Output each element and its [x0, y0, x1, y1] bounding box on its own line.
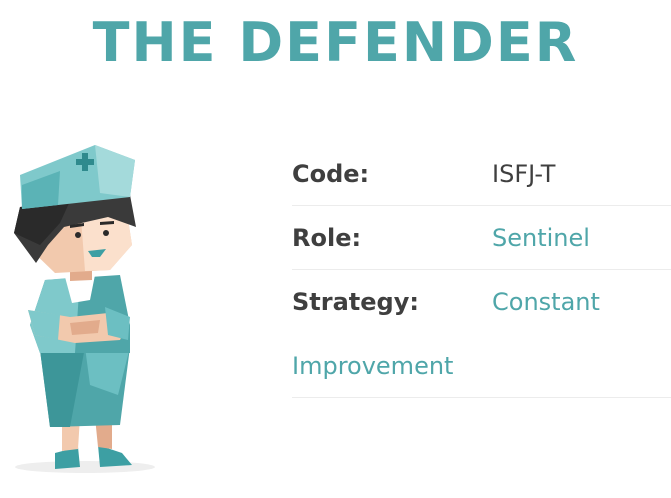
trait-row-strategy-continued: Improvement: [292, 334, 671, 398]
trait-row-strategy: Strategy: Constant: [292, 270, 671, 334]
trait-value-strategy-continued: Improvement: [292, 352, 454, 380]
trait-row-role: Role: Sentinel: [292, 206, 671, 270]
trait-label: Strategy:: [292, 288, 419, 316]
trait-value-code: ISFJ-T: [492, 160, 556, 188]
traits-list: Code: ISFJ-T Role: Sentinel Strategy: Co…: [292, 142, 671, 398]
trait-row-code: Code: ISFJ-T: [292, 142, 671, 206]
trait-label: Role:: [292, 224, 362, 252]
trait-value-strategy: Constant: [492, 288, 600, 316]
page-title: THE DEFENDER: [92, 11, 579, 74]
defender-character-icon: [0, 135, 170, 480]
trait-label: Code:: [292, 160, 370, 188]
trait-value-role: Sentinel: [492, 224, 590, 252]
